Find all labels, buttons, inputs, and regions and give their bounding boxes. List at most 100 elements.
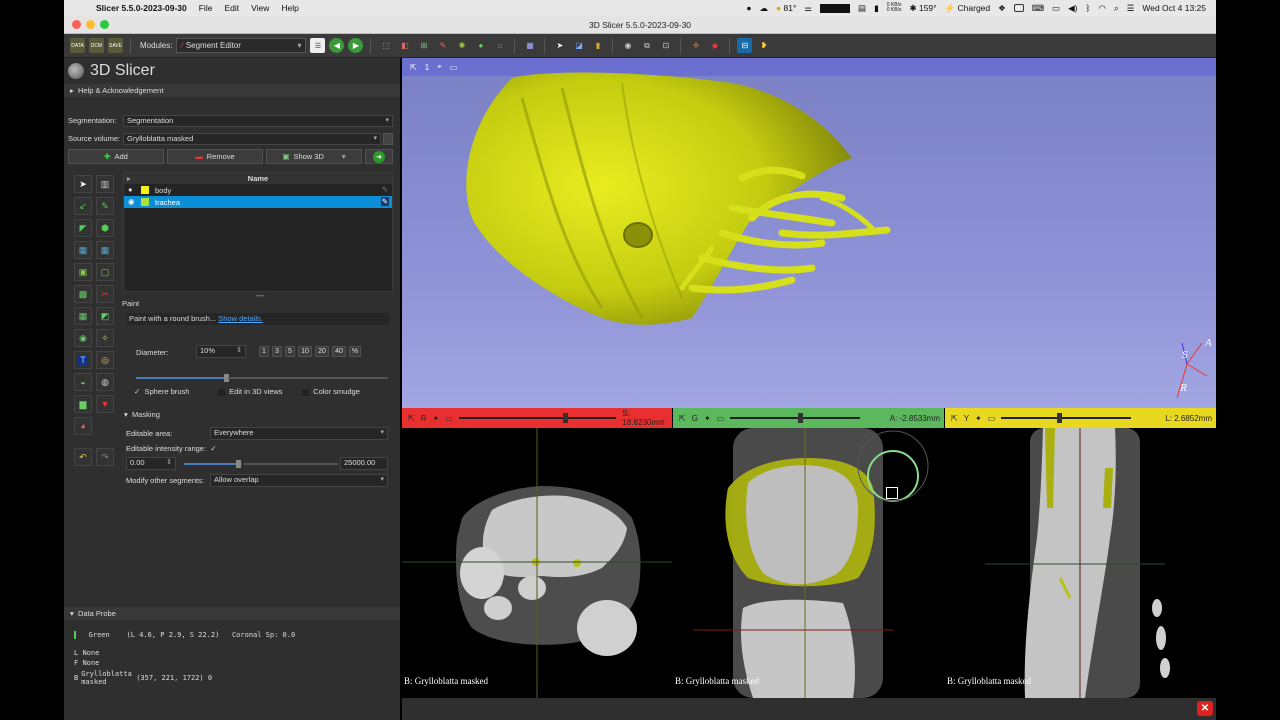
effect-level-tracing-icon[interactable]: ⬢ xyxy=(96,219,114,237)
weather-temp[interactable]: ● 81° xyxy=(776,3,796,13)
diameter-preset-40[interactable]: 40 xyxy=(332,346,346,357)
markup-place-icon[interactable]: ◆ xyxy=(707,38,722,53)
screen-icon[interactable] xyxy=(1013,4,1024,12)
dropbox-icon[interactable]: ❖ xyxy=(998,3,1006,14)
intensity-max-input[interactable]: 25000.00 xyxy=(340,457,388,470)
maximize-view-icon[interactable]: ▭ xyxy=(988,414,996,423)
mouse-mode-icon[interactable]: ➤ xyxy=(552,38,567,53)
modify-other-selector[interactable]: Allow overlap ▾ xyxy=(210,474,388,487)
effect-margin-icon[interactable]: ▣ xyxy=(74,263,92,281)
maximize-view-icon[interactable]: ▭ xyxy=(717,414,725,423)
diameter-preset-1[interactable]: 1 xyxy=(259,346,269,357)
effect-paint-icon[interactable]: ↙ xyxy=(74,197,92,215)
diameter-preset-10[interactable]: 10 xyxy=(298,346,312,357)
color-smudge-checkbox[interactable]: Color smudge xyxy=(302,387,360,396)
menu-file[interactable]: File xyxy=(199,3,213,13)
menubar-datetime[interactable]: Wed Oct 4 13:25 xyxy=(1142,3,1206,13)
cloud-icon[interactable]: ☁ xyxy=(760,3,769,14)
yellow-slice-slider[interactable] xyxy=(1001,413,1132,423)
editable-area-selector[interactable]: Everywhere ▾ xyxy=(210,427,388,440)
remove-segment-button[interactable]: ▬ Remove xyxy=(167,149,263,164)
intensity-range-checkbox[interactable]: ✓ xyxy=(210,444,216,453)
sphere-brush-checkbox[interactable]: ✓ Sphere brush xyxy=(134,387,189,396)
diameter-preset-3[interactable]: 3 xyxy=(272,346,282,357)
error-log-close-icon[interactable]: ✕ xyxy=(1197,701,1213,716)
slice-view-green[interactable]: ⇱ G ✦ ▭ A: -2.8533mm B: Grylloblatta mas… xyxy=(673,408,944,698)
models-icon[interactable]: ⬚ xyxy=(378,38,393,53)
effect-draw-tube-icon[interactable]: ◍ xyxy=(96,373,114,391)
dicom-button[interactable]: DCM xyxy=(89,38,104,53)
undo-icon[interactable]: ↶ xyxy=(74,448,92,466)
effect-logical-operators-icon[interactable]: ◩ xyxy=(96,307,114,325)
link-icon[interactable]: ✦ xyxy=(975,414,982,423)
diameter-percent-toggle[interactable]: % xyxy=(349,346,361,357)
green-slice-slider-handle[interactable] xyxy=(798,413,804,423)
load-data-button[interactable]: DATA xyxy=(70,38,85,53)
save-button[interactable]: SAVE xyxy=(108,38,123,53)
forward-arrow-icon[interactable]: ▶ xyxy=(348,38,364,53)
python-console-icon[interactable]: ❥ xyxy=(756,38,771,53)
effect-islands-icon[interactable]: ▦ xyxy=(74,307,92,325)
capture-all-icon[interactable]: ⊡ xyxy=(658,38,673,53)
effect-watershed-icon[interactable]: ▼ xyxy=(96,395,114,413)
effect-wrap-solidify-icon[interactable]: ◎ xyxy=(96,351,114,369)
control-center-icon[interactable]: ☰ xyxy=(1127,3,1135,14)
eye-icon[interactable]: ● xyxy=(128,185,133,194)
pin-icon[interactable]: ⇱ xyxy=(679,414,686,423)
battery-mini-icon[interactable]: ▮ xyxy=(874,3,879,14)
splitter-handle[interactable]: •••• xyxy=(256,294,264,300)
memory-icon[interactable]: ▤ xyxy=(858,3,866,14)
pin-icon[interactable]: ⇱ xyxy=(951,414,958,423)
markups-icon[interactable]: ✺ xyxy=(454,38,469,53)
edit-pencil-icon[interactable]: ✎ xyxy=(380,197,389,206)
3d-view[interactable]: ⇱ 1 ⌖ ▭ A S R xyxy=(402,58,1216,408)
segmentations-icon[interactable]: ● xyxy=(473,38,488,53)
segmentations-module-button[interactable]: ➜ xyxy=(365,149,393,164)
data-icon[interactable]: ⌂ xyxy=(492,38,507,53)
diameter-input[interactable]: 10% ⇕ xyxy=(196,345,246,358)
sliders-icon[interactable]: ⚌ xyxy=(804,3,812,14)
cpu-graph[interactable] xyxy=(820,3,851,13)
effect-fill-between-slices-icon[interactable]: ▦ xyxy=(96,241,114,259)
maximize-view-icon[interactable]: ▭ xyxy=(445,414,453,423)
effect-local-threshold-icon[interactable]: ✧ xyxy=(96,329,114,347)
effect-surface-cut-icon[interactable]: ◒ xyxy=(74,373,92,391)
diameter-preset-5[interactable]: 5 xyxy=(285,346,295,357)
green-slice-slider[interactable] xyxy=(730,413,861,423)
record-icon[interactable]: ● xyxy=(746,3,751,13)
cpu-temp[interactable]: ✱ 159° xyxy=(909,3,936,14)
edit-3d-checkbox[interactable]: Edit in 3D views xyxy=(218,387,283,396)
scene-view-icon[interactable]: ⧉ xyxy=(639,38,654,53)
segment-editor-tool-icon[interactable]: ✎ xyxy=(435,38,450,53)
show-details-link[interactable]: Show details. xyxy=(218,314,263,323)
menu-help[interactable]: Help xyxy=(281,3,298,13)
masking-section[interactable]: ▾ Masking xyxy=(124,410,160,419)
slice-view-yellow[interactable]: ⇱ Y ✦ ▭ L: 2.6852mm B: Grylloblatta mask… xyxy=(945,408,1216,698)
slice-view-red[interactable]: ⇱ R ✦ ▭ S: 18.8230mm B: Grylloblatta mas… xyxy=(402,408,672,698)
intensity-min-input[interactable]: 0.00 ⇕ xyxy=(126,457,176,470)
segment-color-swatch[interactable] xyxy=(141,198,149,206)
layout-icon[interactable]: ▦ xyxy=(522,38,537,53)
effect-draw-icon[interactable]: ✎ xyxy=(96,197,114,215)
effect-grow-from-seeds-icon[interactable]: ▦ xyxy=(74,241,92,259)
effect-engrave-icon[interactable]: T xyxy=(74,351,92,369)
segment-row-body[interactable]: ● body ✎ xyxy=(124,184,392,196)
menu-edit[interactable]: Edit xyxy=(224,3,239,13)
back-arrow-icon[interactable]: ◀ xyxy=(329,38,345,53)
wifi-icon[interactable]: ◠ xyxy=(1099,3,1106,14)
link-icon[interactable]: ✦ xyxy=(432,414,439,423)
effect-threshold-icon[interactable]: ▥ xyxy=(96,175,114,193)
bluetooth-icon[interactable]: ᛒ xyxy=(1085,3,1090,13)
pin-icon[interactable]: ⇱ xyxy=(408,414,415,423)
effect-split-volume-icon[interactable]: ▆ xyxy=(74,395,92,413)
segment-row-trachea[interactable]: ◉ trachea ✎ xyxy=(124,196,392,208)
effect-erase-icon[interactable]: ◤ xyxy=(74,219,92,237)
diameter-preset-20[interactable]: 20 xyxy=(315,346,329,357)
volumes-icon[interactable]: ◧ xyxy=(397,38,412,53)
module-selector[interactable]: ⁄ Segment Editor ▾ xyxy=(176,38,307,53)
spotlight-icon[interactable]: ⌕ xyxy=(1114,3,1119,14)
intensity-range-slider[interactable] xyxy=(184,460,241,468)
redo-icon[interactable]: ↷ xyxy=(96,448,114,466)
display-icon[interactable]: ▭ xyxy=(1052,3,1060,14)
net-rate[interactable]: 0 KB/s 0 KB/s xyxy=(887,3,902,13)
